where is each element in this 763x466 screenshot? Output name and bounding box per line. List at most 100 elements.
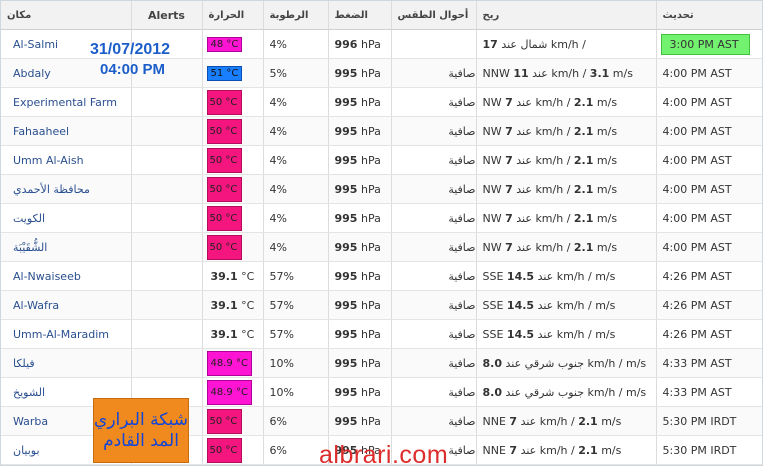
station-link[interactable]: Abdaly xyxy=(13,67,51,80)
updated-cell: 4:26 PM AST xyxy=(656,290,762,320)
wind-speed-ms: 2.1 xyxy=(573,240,594,254)
watermark: albrari.com xyxy=(319,441,449,466)
humidity-cell: 10% xyxy=(263,377,329,407)
wind-cell: SSE 14.5 عند km/h / m/s xyxy=(476,261,657,291)
wind-unit: km/h / xyxy=(550,37,586,51)
temperature-unit: °C xyxy=(241,298,255,312)
humidity-cell: 5% xyxy=(263,58,329,88)
pressure-value: 995 xyxy=(334,211,358,225)
station-link[interactable]: Umm-Al-Maradim xyxy=(13,328,109,341)
humidity-cell: 10% xyxy=(263,348,329,378)
wind-unit-ms: m/s xyxy=(601,443,622,457)
wind-speed: 7 xyxy=(505,182,513,196)
wind-cell: NNE 7 عند km/h / 2.1 m/s xyxy=(476,435,657,465)
pressure-value: 995 xyxy=(334,298,358,312)
station-name-cell: الكويت xyxy=(1,203,132,233)
col-header-alerts[interactable]: Alerts xyxy=(131,1,203,30)
table-row: Experimental Farm 50 °C 4% 995 hPa صافية… xyxy=(1,87,762,117)
station-link[interactable]: محافظة الأحمدي xyxy=(13,183,90,196)
alerts-cell xyxy=(131,290,203,320)
conditions-cell: صافية xyxy=(391,290,477,320)
wind-direction: NNE xyxy=(482,443,506,457)
station-name-cell: Fahaaheel xyxy=(1,116,132,146)
updated-cell: 5:30 PM IRDT xyxy=(656,435,762,465)
wind-speed-ms: 3.1 xyxy=(589,66,610,80)
humidity-cell: 4% xyxy=(263,174,329,204)
station-link[interactable]: فيلكا xyxy=(13,357,35,370)
conditions-cell: صافية xyxy=(391,116,477,146)
wind-direction: NW xyxy=(482,153,502,167)
wind-dir-ar: عند xyxy=(516,240,532,254)
wind-speed-ms: 2.1 xyxy=(573,124,594,138)
pressure-value: 996 xyxy=(334,37,358,51)
temperature-cell: 39.1 °C xyxy=(202,319,264,349)
wind-speed: 7 xyxy=(505,240,513,254)
station-link[interactable]: Warba xyxy=(13,415,48,428)
station-link[interactable]: Al-Wafra xyxy=(13,299,59,312)
station-name-cell: Umm-Al-Maradim xyxy=(1,319,132,349)
pressure-cell: 995 hPa xyxy=(328,116,392,146)
wind-unit-ms: m/s xyxy=(596,95,618,109)
pressure-value: 995 xyxy=(334,95,358,109)
wind-unit: km/h / xyxy=(535,95,571,109)
pressure-cell: 995 hPa xyxy=(328,348,392,378)
col-header-location[interactable]: مكان xyxy=(1,1,132,30)
station-link[interactable]: Umm Al-Aish xyxy=(13,154,84,167)
table-row: Al-Wafra 39.1 °C 57% 995 hPa صافية SSE 1… xyxy=(1,290,762,320)
pressure-unit: hPa xyxy=(360,66,381,80)
wind-unit-ms: m/s xyxy=(596,182,618,196)
humidity-cell: 4% xyxy=(263,29,329,59)
wind-speed-ms: 2.1 xyxy=(573,95,594,109)
pressure-unit: hPa xyxy=(360,124,381,138)
station-link[interactable]: بوبيان xyxy=(13,444,40,457)
station-link[interactable]: الشويخ xyxy=(13,386,45,399)
col-header-humidity[interactable]: الرطوبة xyxy=(263,1,329,30)
col-header-pressure[interactable]: الضغط xyxy=(328,1,392,30)
col-header-temperature[interactable]: الحرارة xyxy=(202,1,264,30)
conditions-cell: صافية xyxy=(391,261,477,291)
temperature-highlight: 50 °C xyxy=(206,176,243,202)
conditions-cell: صافية xyxy=(391,348,477,378)
temperature-value: 39.1 xyxy=(210,269,238,283)
wind-speed-ms: 2.1 xyxy=(578,443,598,457)
wind-direction: SSE xyxy=(482,327,504,341)
station-link[interactable]: الشُّقَيْبَة xyxy=(13,241,47,254)
wind-unit: km/h / xyxy=(551,66,587,80)
wind-cell: NNW 11 عند km/h / 3.1 m/s xyxy=(476,58,657,88)
station-name-cell: Experimental Farm xyxy=(1,87,132,117)
station-link[interactable]: Fahaaheel xyxy=(13,125,69,138)
pressure-unit: hPa xyxy=(360,95,381,109)
wind-speed: 7 xyxy=(505,211,513,225)
pressure-unit: hPa xyxy=(360,240,381,254)
wind-speed-ms: 2.1 xyxy=(573,153,594,167)
wind-dir-ar: عند xyxy=(516,211,532,225)
updated-cell: 4:00 PM AST xyxy=(656,58,762,88)
temperature-unit: °C xyxy=(241,269,255,283)
pressure-value: 995 xyxy=(334,66,358,80)
pressure-value: 995 xyxy=(334,240,358,254)
pressure-unit: hPa xyxy=(360,37,381,51)
temperature-cell: 50 °C xyxy=(202,406,264,436)
conditions-cell: صافية xyxy=(391,87,477,117)
humidity-cell: 4% xyxy=(263,116,329,146)
station-link[interactable]: Al-Salmi xyxy=(13,38,58,51)
conditions-cell: صافية xyxy=(391,406,477,436)
pressure-cell: 995 hPa xyxy=(328,87,392,117)
wind-cell: 17 شمال عند km/h / xyxy=(476,29,657,59)
conditions-cell: صافية xyxy=(391,319,477,349)
wind-unit: km/h / xyxy=(556,327,592,341)
alerts-cell xyxy=(131,319,203,349)
temperature-cell: 51 °C xyxy=(202,58,264,88)
col-header-wind[interactable]: ريح xyxy=(476,1,657,30)
pressure-unit: hPa xyxy=(360,298,381,312)
station-link[interactable]: Al-Nwaiseeb xyxy=(13,270,81,283)
humidity-cell: 57% xyxy=(263,290,329,320)
pressure-unit: hPa xyxy=(360,385,381,399)
col-header-conditions[interactable]: أحوال الطقس xyxy=(391,1,477,30)
station-link[interactable]: Experimental Farm xyxy=(13,96,117,109)
wind-unit: km/h / xyxy=(556,298,592,312)
station-name-cell: الشُّقَيْبَة xyxy=(1,232,132,262)
col-header-updated[interactable]: تحديث xyxy=(656,1,762,30)
station-link[interactable]: الكويت xyxy=(13,212,45,225)
wind-speed: 14.5 xyxy=(506,269,535,283)
